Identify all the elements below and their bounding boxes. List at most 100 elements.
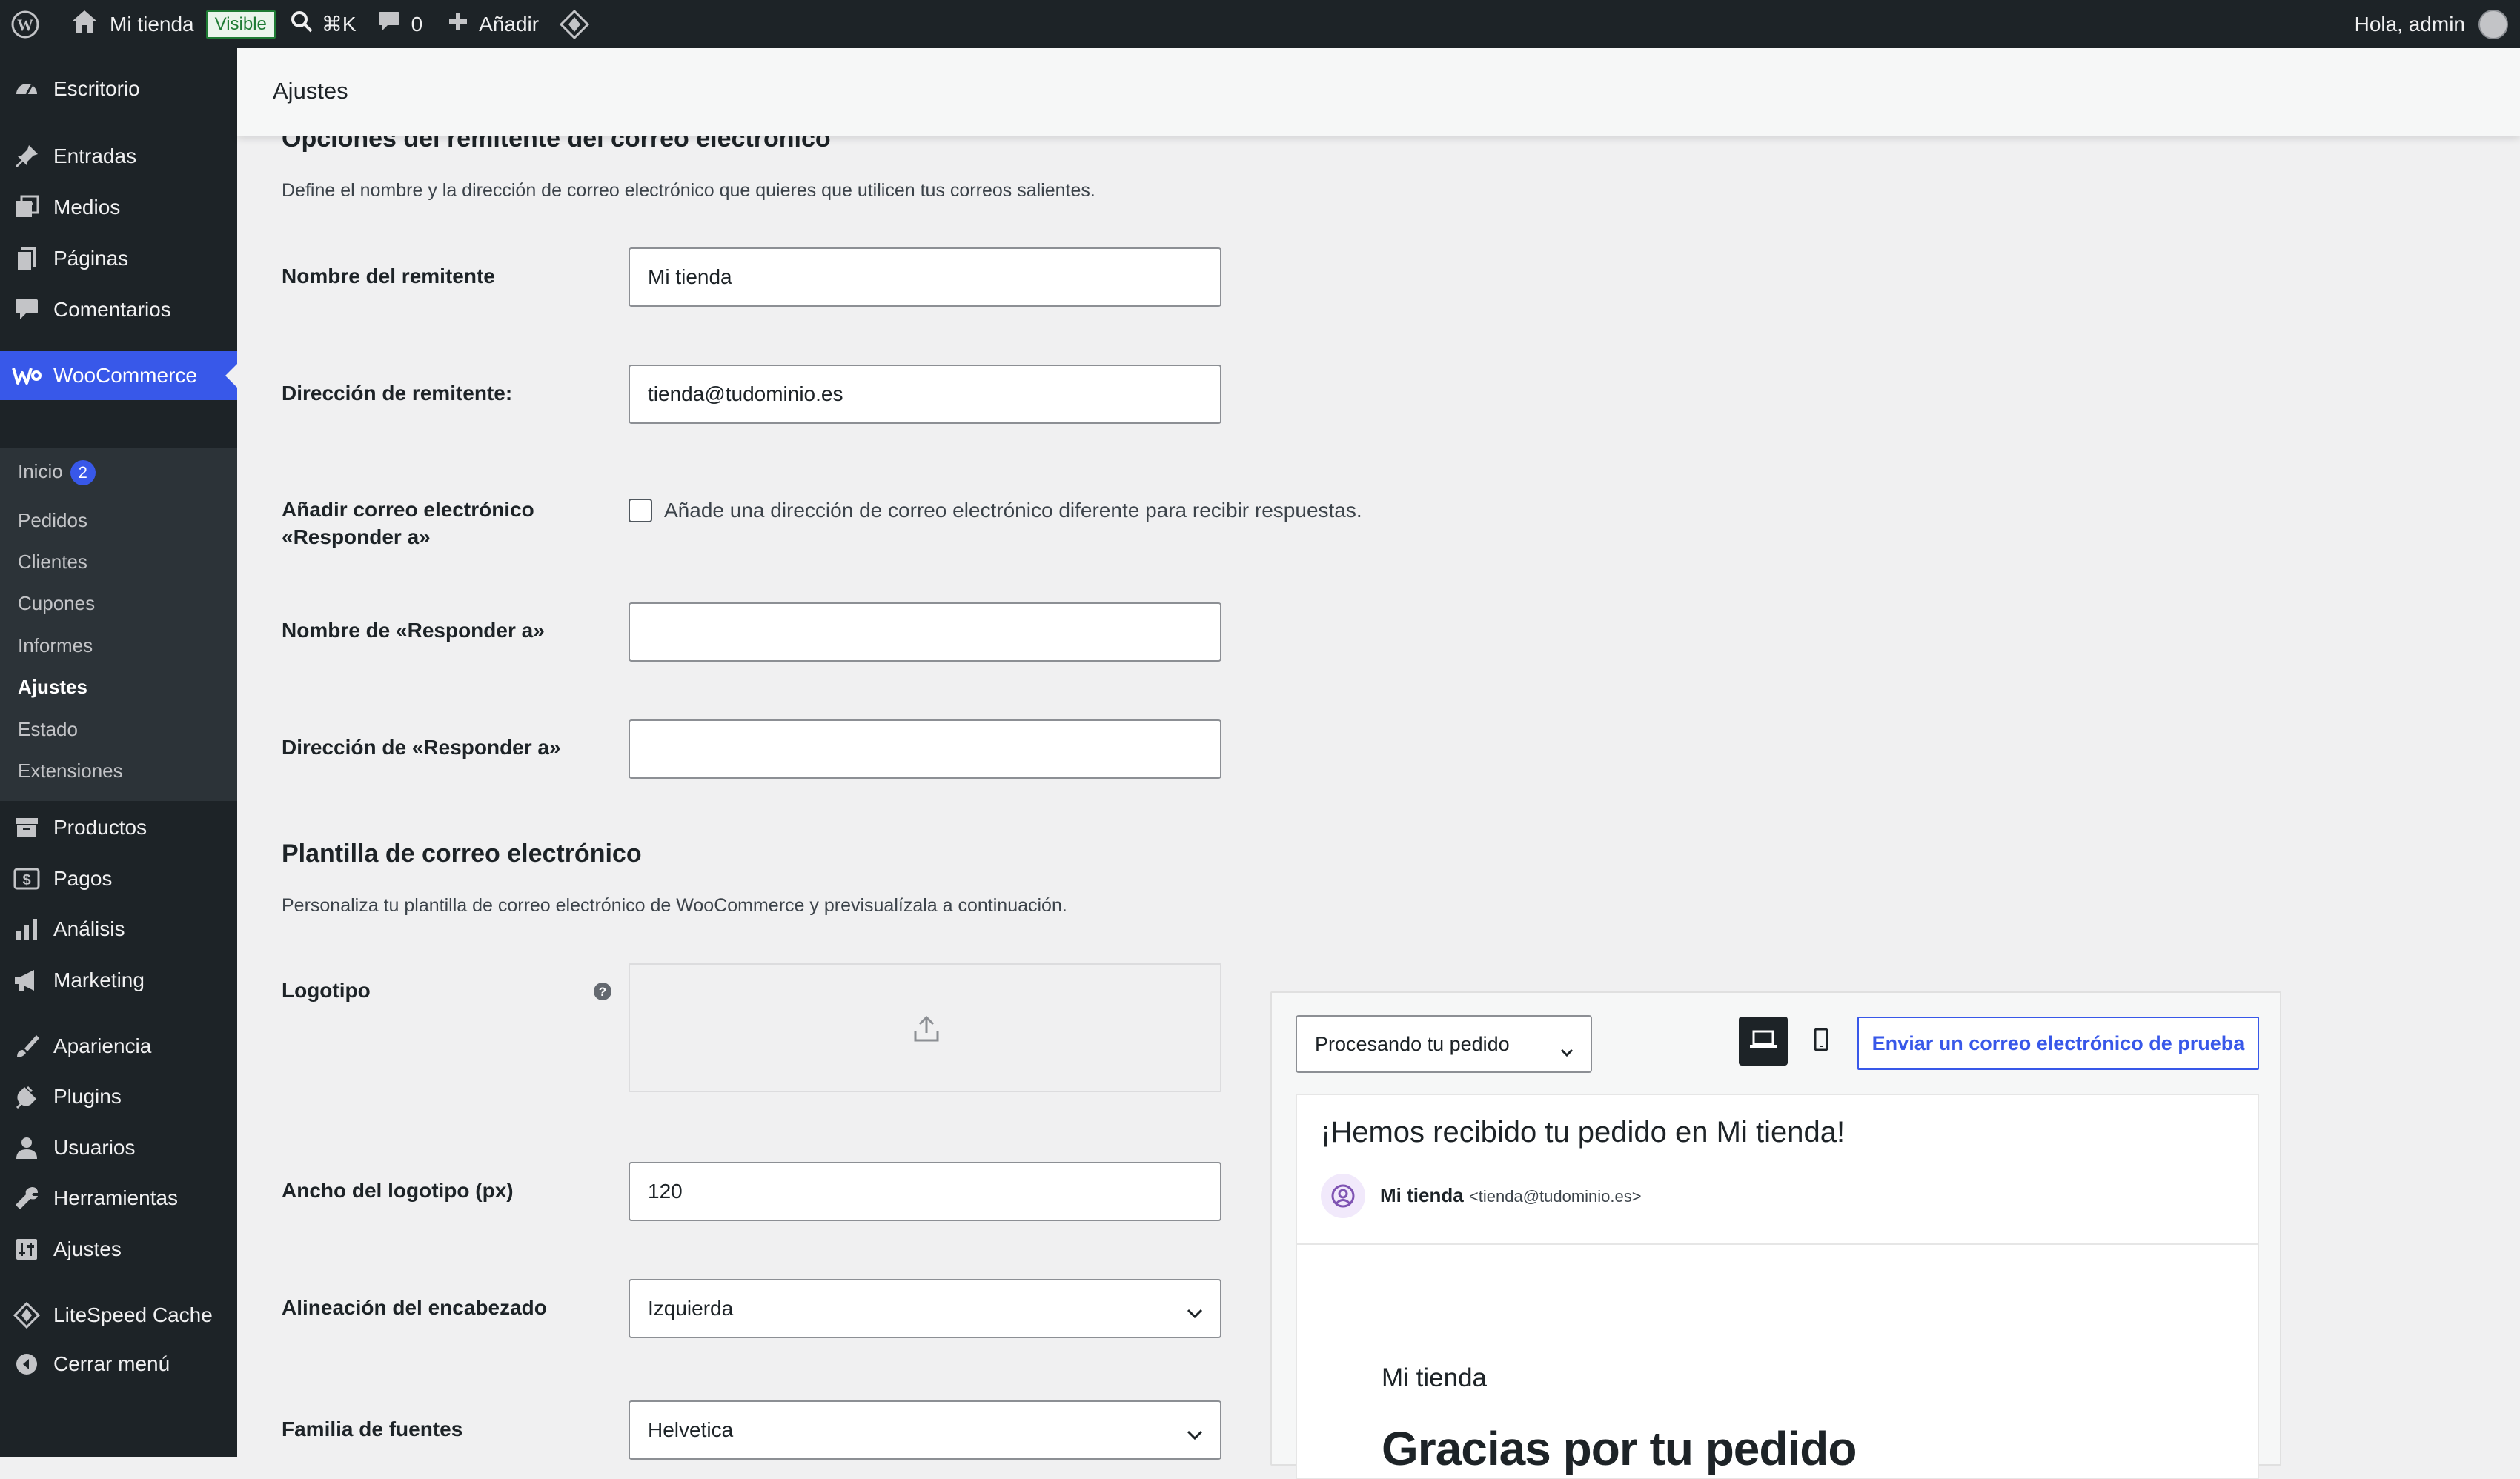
sidebar-label: Comentarios	[53, 298, 171, 321]
template-section-title: Plantilla de correo electrónico	[282, 840, 642, 868]
sidebar-item-marketing[interactable]: Marketing	[0, 957, 237, 1004]
submenu-item-estado[interactable]: Estado	[18, 718, 78, 741]
input-value: Mi tienda	[648, 265, 732, 288]
font-family-select[interactable]: Helvetica	[629, 1400, 1221, 1460]
page-header: Ajustes	[237, 48, 2520, 136]
search-icon	[291, 10, 313, 38]
sidebar-label: Marketing	[53, 968, 145, 991]
comments-link[interactable]: 0	[367, 0, 434, 48]
home-icon	[71, 9, 98, 39]
sidebar-label: Entradas	[53, 144, 137, 167]
admin-sidebar: Escritorio Entradas Medios Páginas Comen…	[0, 48, 237, 1457]
sender-email: <tienda@tudominio.es>	[1468, 1187, 1642, 1206]
logo-width-label: Ancho del logotipo (px)	[282, 1179, 514, 1202]
sidebar-label: LiteSpeed Cache	[53, 1303, 213, 1326]
from-name-label: Nombre del remitente	[282, 265, 495, 288]
settings-sliders-icon	[12, 1234, 42, 1264]
wordpress-logo-icon[interactable]: W	[0, 0, 50, 48]
sidebar-label: Apariencia	[53, 1034, 152, 1057]
laptop-icon	[1749, 1029, 1777, 1054]
sender-section-description: Define el nombre y la dirección de corre…	[282, 180, 1095, 201]
my-account[interactable]: Hola, admin	[2355, 0, 2508, 48]
sidebar-item-usuarios[interactable]: Usuarios	[0, 1124, 237, 1171]
avatar	[2478, 9, 2508, 39]
sidebar-item-pagos[interactable]: $ Pagos	[0, 855, 237, 903]
sidebar-item-productos[interactable]: Productos	[0, 804, 237, 851]
sidebar-item-litespeed[interactable]: LiteSpeed Cache	[0, 1292, 237, 1339]
reply-to-label: Añadir correo electrónico «Responder a»	[282, 498, 534, 548]
input-value: tienda@tudominio.es	[648, 382, 843, 405]
chevron-down-icon	[1186, 1301, 1204, 1325]
sidebar-item-apariencia[interactable]: Apariencia	[0, 1023, 237, 1070]
sidebar-item-analisis[interactable]: Análisis	[0, 905, 237, 953]
mobile-preview-toggle[interactable]	[1797, 1017, 1846, 1066]
submenu-item-inicio[interactable]: Inicio 2	[18, 460, 96, 486]
header-alignment-label: Alineación del encabezado	[282, 1296, 547, 1319]
submenu-label: Clientes	[18, 551, 87, 573]
sidebar-item-medios[interactable]: Medios	[0, 184, 237, 231]
site-name-link[interactable]: Mi tienda Visible	[50, 0, 286, 48]
email-heading: Gracias por tu pedido	[1382, 1422, 1857, 1475]
update-count-badge: 2	[70, 460, 96, 486]
sidebar-item-plugins[interactable]: Plugins	[0, 1073, 237, 1120]
submenu-item-extensiones[interactable]: Extensiones	[18, 760, 123, 782]
email-sender: Mi tienda <tienda@tudominio.es>	[1380, 1184, 1642, 1207]
reply-to-address-input[interactable]	[629, 719, 1221, 779]
logo-upload-area[interactable]	[629, 963, 1221, 1092]
sidebar-item-escritorio[interactable]: Escritorio	[0, 65, 237, 113]
visibility-badge: Visible	[205, 10, 276, 39]
add-new-menu[interactable]: Añadir	[433, 0, 549, 48]
sidebar-item-herramientas[interactable]: Herramientas	[0, 1174, 237, 1222]
submenu-item-clientes[interactable]: Clientes	[18, 551, 87, 574]
from-address-input[interactable]: tienda@tudominio.es	[629, 365, 1221, 424]
submenu-label: Estado	[18, 718, 78, 740]
woocommerce-submenu: Inicio 2 Pedidos Clientes Cupones Informe…	[0, 448, 237, 801]
comment-icon	[377, 10, 401, 38]
reply-to-name-label: Nombre de «Responder a»	[282, 619, 545, 642]
send-test-email-button[interactable]: Enviar un correo electrónico de prueba	[1857, 1017, 2259, 1070]
sidebar-label: WooCommerce	[53, 364, 197, 387]
command-palette-button[interactable]: ⌘K	[286, 0, 367, 48]
email-type-select[interactable]: Procesando tu pedido	[1296, 1015, 1592, 1073]
input-value: 120	[648, 1180, 683, 1203]
greeting: Hola, admin	[2354, 12, 2465, 36]
reply-to-name-input[interactable]	[629, 602, 1221, 662]
sender-avatar-icon	[1321, 1174, 1365, 1218]
sidebar-item-comentarios[interactable]: Comentarios	[0, 286, 237, 333]
submenu-item-ajustes[interactable]: Ajustes	[18, 676, 87, 699]
submenu-item-pedidos[interactable]: Pedidos	[18, 509, 87, 532]
archive-icon	[12, 813, 42, 842]
collapse-arrow-icon	[12, 1349, 42, 1379]
upload-icon	[913, 1015, 940, 1047]
sidebar-label: Análisis	[53, 917, 125, 940]
payments-icon: $	[12, 864, 42, 894]
reply-to-checkbox-row[interactable]: Añade una dirección de correo electrónic…	[629, 499, 1362, 522]
litespeed-adminbar-icon[interactable]	[549, 0, 600, 48]
from-name-input[interactable]: Mi tienda	[629, 247, 1221, 307]
media-icon	[12, 193, 42, 222]
desktop-preview-toggle[interactable]	[1739, 1017, 1788, 1066]
submenu-item-cupones[interactable]: Cupones	[18, 592, 95, 615]
bar-chart-icon	[12, 914, 42, 944]
sidebar-item-paginas[interactable]: Páginas	[0, 235, 237, 282]
site-name: Mi tienda	[110, 12, 194, 36]
reply-to-checkbox[interactable]	[629, 499, 652, 522]
sidebar-item-ajustes[interactable]: Ajustes	[0, 1226, 237, 1273]
sidebar-item-entradas[interactable]: Entradas	[0, 133, 237, 180]
sender-name: Mi tienda	[1380, 1184, 1464, 1206]
logo-label: Logotipo	[282, 979, 371, 1002]
help-icon[interactable]: ?	[593, 982, 612, 1005]
sidebar-label: Escritorio	[53, 77, 140, 100]
woocommerce-icon	[12, 361, 42, 390]
sidebar-label: Plugins	[53, 1085, 122, 1108]
header-alignment-select[interactable]: Izquierda	[629, 1279, 1221, 1338]
sidebar-item-woocommerce[interactable]: WooCommerce	[0, 351, 237, 400]
comment-icon	[12, 295, 42, 325]
template-section-description: Personaliza tu plantilla de correo elect…	[282, 895, 1067, 916]
collapse-menu-button[interactable]: Cerrar menú	[0, 1340, 237, 1388]
user-icon	[12, 1133, 42, 1163]
sidebar-label: Herramientas	[53, 1186, 179, 1209]
logo-width-input[interactable]: 120	[629, 1162, 1221, 1221]
submenu-item-informes[interactable]: Informes	[18, 634, 93, 657]
admin-bar: W Mi tienda Visible ⌘K 0 Añadir Hola, ad…	[0, 0, 2520, 48]
